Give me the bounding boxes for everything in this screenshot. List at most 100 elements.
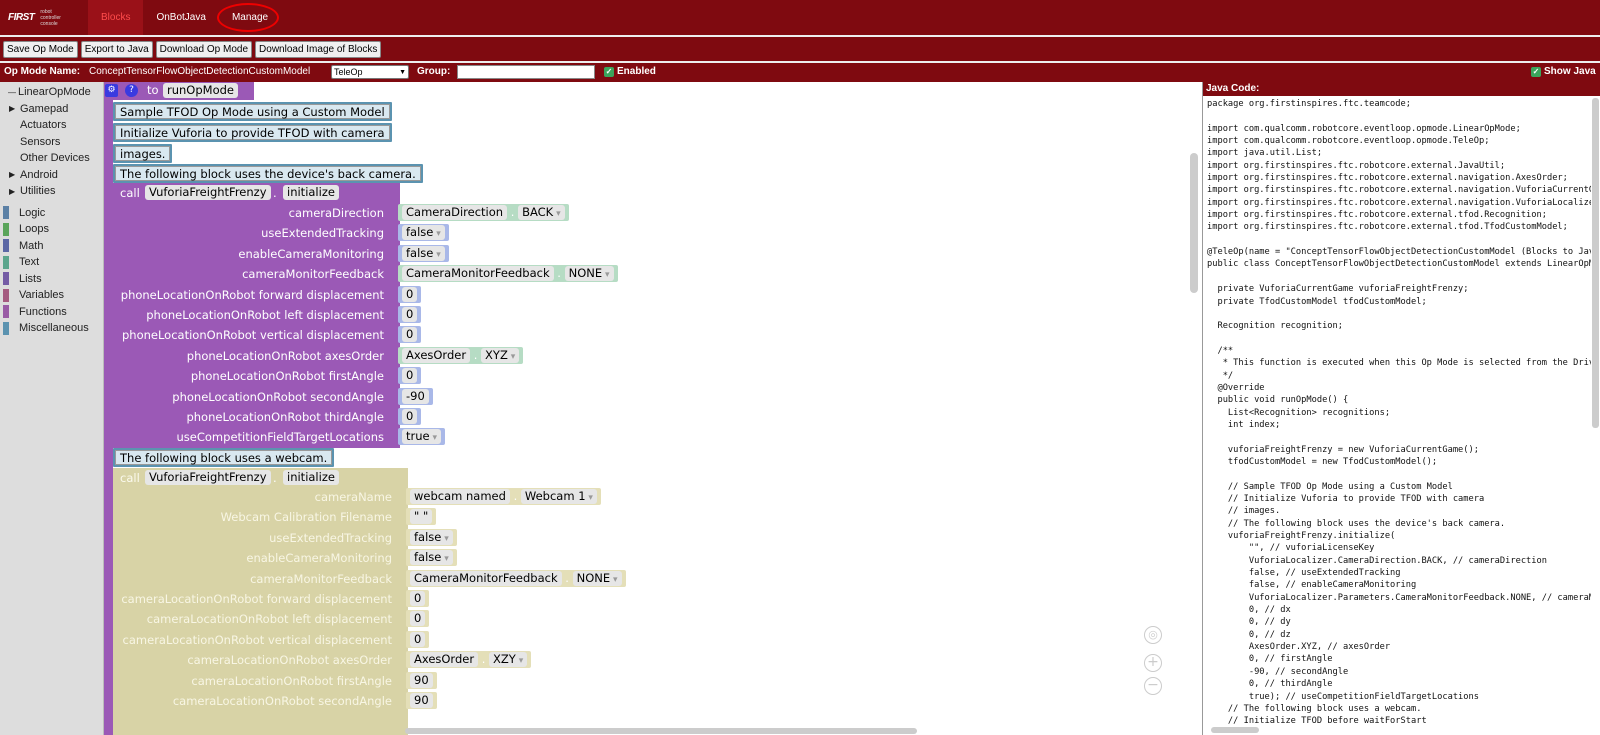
param-value-b[interactable]: NONE ▾ [572,570,622,586]
param-value[interactable]: 90 [406,692,437,709]
param-value-a[interactable]: false ▾ [402,225,445,241]
param-label: phoneLocationOnRobot left displacement [146,308,384,322]
comment-block[interactable]: The following block uses a webcam. [113,448,335,467]
object-name[interactable]: VuforiaFreightFrenzy [145,470,271,485]
first-logo[interactable]: FIRST robot controller console [0,0,88,35]
toolbox-item-actuators[interactable]: Actuators [0,117,103,134]
param-value[interactable]: 0 [406,590,430,607]
object-name[interactable]: VuforiaFreightFrenzy [145,185,271,200]
toolbox-item-loops[interactable]: Loops [0,221,103,238]
java-vertical-scrollbar[interactable] [1592,98,1599,428]
comment-block[interactable]: images. [113,144,173,163]
param-value[interactable]: webcam named . Webcam 1 ▾ [406,488,601,505]
nav-manage[interactable]: Manage [216,0,281,35]
function-name[interactable]: runOpMode [163,83,238,98]
param-value[interactable]: false ▾ [398,224,449,242]
param-value[interactable]: 0 [406,630,430,648]
show-java-checkbox[interactable]: ✓ Show Java [1531,66,1596,77]
param-value-a[interactable]: true ▾ [402,429,441,445]
enabled-checkbox[interactable]: ✓ Enabled [604,66,656,77]
param-value-a[interactable]: 0 [410,611,426,627]
comment-block[interactable]: The following block uses the device's ba… [113,164,423,183]
toolbox-item-lists[interactable]: Lists [0,271,103,288]
param-value-a[interactable]: 90 [410,672,433,688]
param-value-a[interactable]: false ▾ [410,550,453,566]
comment-block[interactable]: Sample TFOD Op Mode using a Custom Model [113,102,392,121]
workspace-vertical-scrollbar[interactable] [1190,153,1198,293]
param-value-b[interactable]: Webcam 1 ▾ [520,489,597,504]
toolbox-item-android[interactable]: ▶ Android [0,167,103,184]
function-block-header[interactable]: ⚙ ? to runOpMode [104,82,254,100]
toolbox-item-gamepad[interactable]: ▶ Gamepad [0,101,103,118]
checkmark-icon: ✓ [604,66,614,77]
toolbox-item-linearopmode[interactable]: — LinearOpMode [0,84,103,101]
toolbox-item-logic[interactable]: Logic [0,205,103,222]
param-value[interactable]: false ▾ [406,528,457,546]
param-value[interactable]: -90 [398,387,433,405]
param-value[interactable]: 0 [398,285,422,303]
param-value-a[interactable]: -90 [402,388,429,404]
param-value-a[interactable]: AxesOrder [402,347,471,363]
zoom-in-icon[interactable]: + [1144,654,1162,672]
download-image-button[interactable]: Download Image of Blocks [255,40,382,58]
toolbox-item-variables[interactable]: Variables [0,287,103,304]
recenter-icon[interactable]: ◎ [1144,626,1162,644]
param-value-a[interactable]: CameraDirection [402,205,508,220]
param-value-a[interactable]: false ▾ [402,245,445,261]
comment-block[interactable]: Initialize Vuforia to provide TFOD with … [113,123,392,142]
param-value-a[interactable]: CameraMonitorFeedback [402,266,554,282]
nav-onbotjava[interactable]: OnBotJava [143,0,218,35]
save-op-mode-button[interactable]: Save Op Mode [3,40,78,58]
param-value[interactable]: false ▾ [406,549,457,567]
zoom-out-icon[interactable]: − [1144,677,1162,695]
toolbox-item-utilities[interactable]: ▶ Utilities [0,183,103,200]
export-to-java-button[interactable]: Export to Java [80,40,153,58]
param-value-a[interactable]: 0 [402,368,418,384]
param-value-a[interactable]: " " [410,509,433,525]
download-op-mode-button[interactable]: Download Op Mode [155,40,253,58]
param-value[interactable]: 0 [398,408,422,425]
java-horizontal-scrollbar[interactable] [1211,727,1259,733]
param-value-a[interactable]: 0 [402,409,418,424]
param-value-a[interactable]: AxesOrder [410,652,479,668]
param-value[interactable]: 0 [398,306,422,323]
toolbox-item-sensors[interactable]: Sensors [0,134,103,151]
param-value-a[interactable]: 0 [410,591,426,606]
param-value-b[interactable]: XZY ▾ [489,652,528,668]
param-value-a[interactable]: 90 [410,693,433,708]
param-value-a[interactable]: 0 [402,307,418,322]
toolbox-item-miscellaneous[interactable]: Miscellaneous [0,320,103,337]
help-icon[interactable]: ? [125,84,138,97]
toolbox-item-other-devices[interactable]: Other Devices [0,150,103,167]
group-input[interactable] [457,65,595,79]
param-value[interactable]: AxesOrder . XZY ▾ [406,651,532,669]
param-value-a[interactable]: 0 [402,327,418,343]
param-value[interactable]: 90 [406,671,437,689]
param-value[interactable]: 0 [398,367,422,385]
workspace-horizontal-scrollbar[interactable] [405,728,917,734]
param-value-b[interactable]: XYZ ▾ [481,347,520,363]
param-value-b[interactable]: BACK ▾ [518,205,565,220]
toolbox-item-functions[interactable]: Functions [0,304,103,321]
param-value[interactable]: 0 [406,610,430,628]
param-value-b[interactable]: NONE ▾ [564,266,614,282]
param-value-a[interactable]: false ▾ [410,529,453,545]
param-value-a[interactable]: 0 [402,286,418,302]
param-value[interactable]: true ▾ [398,428,445,446]
param-value-a[interactable]: webcam named [410,489,510,504]
param-value[interactable]: " " [406,508,437,526]
param-value[interactable]: false ▾ [398,244,449,262]
toolbox-item-text[interactable]: Text [0,254,103,271]
param-value-a[interactable]: CameraMonitorFeedback [410,570,562,586]
param-value[interactable]: AxesOrder . XYZ ▾ [398,346,524,364]
mode-select[interactable]: TeleOp ▼ [331,65,409,79]
param-value[interactable]: CameraMonitorFeedback . NONE ▾ [398,265,618,283]
param-value-a[interactable]: 0 [410,631,426,647]
toolbox-item-math[interactable]: Math [0,238,103,255]
param-value[interactable]: CameraMonitorFeedback . NONE ▾ [406,569,626,587]
nav-blocks[interactable]: Blocks [88,0,144,35]
param-value[interactable]: 0 [398,326,422,344]
gear-icon[interactable]: ⚙ [105,84,118,97]
param-value[interactable]: CameraDirection . BACK ▾ [398,204,569,221]
blocks-workspace[interactable]: ⚙ ? to runOpMode Sample TFOD Op Mode usi… [104,82,1202,735]
